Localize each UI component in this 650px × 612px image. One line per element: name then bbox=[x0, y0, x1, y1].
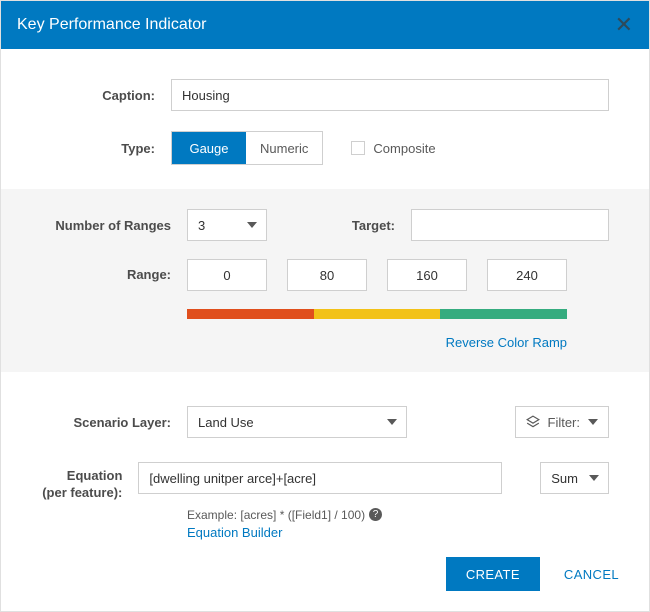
ranges-panel: Number of Ranges 3 Target: Range: bbox=[1, 189, 649, 372]
range-inputs bbox=[187, 259, 567, 291]
range-input-1[interactable] bbox=[287, 259, 367, 291]
range-values-row: Range: bbox=[41, 261, 609, 291]
dialog-body: Caption: Type: Gauge Numeric Composite N… bbox=[1, 49, 649, 541]
aggregation-select[interactable]: Sum bbox=[540, 462, 609, 494]
type-segmented: Gauge Numeric bbox=[171, 131, 323, 165]
type-option-numeric[interactable]: Numeric bbox=[246, 132, 322, 164]
equation-example: Example: [acres] * ([Field1] / 100) ? bbox=[187, 508, 609, 522]
checkbox-icon bbox=[351, 141, 365, 155]
caption-row: Caption: bbox=[41, 79, 609, 111]
caption-input[interactable] bbox=[171, 79, 609, 111]
dialog-footer: CREATE CANCEL bbox=[1, 541, 649, 611]
type-row: Type: Gauge Numeric Composite bbox=[41, 131, 609, 165]
range-input-3[interactable] bbox=[487, 259, 567, 291]
aggregation-value: Sum bbox=[540, 462, 609, 494]
equation-row: Equation (per feature): Sum bbox=[41, 462, 609, 502]
type-option-gauge[interactable]: Gauge bbox=[172, 132, 246, 164]
layers-icon bbox=[526, 415, 540, 429]
range-input-2[interactable] bbox=[387, 259, 467, 291]
dialog-title: Key Performance Indicator bbox=[17, 16, 206, 34]
scenario-layer-select[interactable]: Land Use bbox=[187, 406, 407, 438]
dialog-header: Key Performance Indicator ✕ bbox=[1, 1, 649, 49]
create-button[interactable]: CREATE bbox=[446, 557, 540, 591]
ramp-segment-1 bbox=[314, 309, 441, 319]
ramp-segment-2 bbox=[440, 309, 567, 319]
cancel-button[interactable]: CANCEL bbox=[558, 566, 625, 583]
chevron-down-icon bbox=[588, 419, 598, 425]
help-icon[interactable]: ? bbox=[369, 508, 382, 521]
equation-input[interactable] bbox=[138, 462, 502, 494]
range-label: Range: bbox=[41, 261, 187, 282]
composite-checkbox[interactable]: Composite bbox=[351, 141, 435, 156]
num-ranges-row: Number of Ranges 3 Target: bbox=[41, 209, 609, 241]
reverse-color-ramp-link[interactable]: Reverse Color Ramp bbox=[187, 335, 567, 350]
close-icon[interactable]: ✕ bbox=[615, 14, 633, 36]
equation-label: Equation (per feature): bbox=[41, 462, 138, 502]
target-wrap: Target: bbox=[352, 209, 609, 241]
range-input-0[interactable] bbox=[187, 259, 267, 291]
composite-label: Composite bbox=[373, 141, 435, 156]
equation-builder-link[interactable]: Equation Builder bbox=[187, 525, 609, 540]
target-input[interactable] bbox=[411, 209, 609, 241]
kpi-dialog: Key Performance Indicator ✕ Caption: Typ… bbox=[0, 0, 650, 612]
scenario-label: Scenario Layer: bbox=[41, 415, 187, 430]
scenario-row: Scenario Layer: Land Use Filter: bbox=[41, 406, 609, 438]
num-ranges-select[interactable]: 3 bbox=[187, 209, 267, 241]
num-ranges-value: 3 bbox=[187, 209, 267, 241]
ramp-segment-0 bbox=[187, 309, 314, 319]
example-text: Example: [acres] * ([Field1] / 100) bbox=[187, 508, 365, 522]
target-label: Target: bbox=[352, 218, 395, 233]
caption-label: Caption: bbox=[41, 88, 171, 103]
type-label: Type: bbox=[41, 141, 171, 156]
num-ranges-label: Number of Ranges bbox=[41, 218, 187, 233]
filter-wrap: Filter: bbox=[515, 406, 610, 438]
filter-label: Filter: bbox=[548, 415, 581, 430]
scenario-layer-value: Land Use bbox=[187, 406, 407, 438]
color-ramp bbox=[187, 309, 567, 319]
filter-button[interactable]: Filter: bbox=[515, 406, 610, 438]
